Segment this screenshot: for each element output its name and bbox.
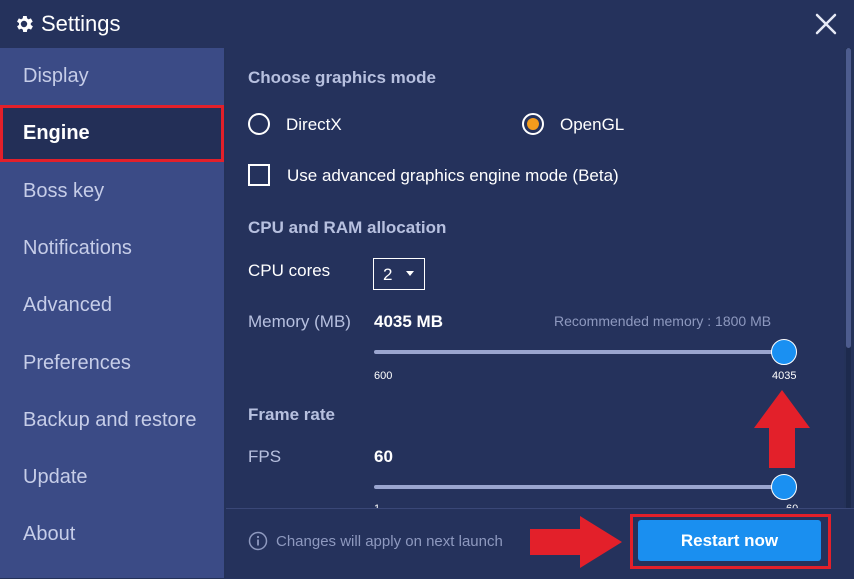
gear-icon (17, 16, 33, 32)
cpu-cores-value: 2 (383, 265, 393, 284)
fps-slider-thumb[interactable] (771, 474, 797, 500)
directx-label[interactable]: DirectX (286, 115, 342, 135)
directx-radio[interactable] (248, 113, 270, 135)
recommended-memory: Recommended memory : 1800 MB (554, 313, 772, 329)
sidebar-item-engine[interactable]: Engine (0, 105, 224, 162)
memory-label: Memory (MB) (248, 312, 351, 331)
frame-rate-heading: Frame rate (248, 405, 335, 424)
sidebar-item-backup-and-restore[interactable]: Backup and restore (0, 392, 224, 449)
close-icon[interactable] (812, 10, 840, 38)
graphics-mode-heading: Choose graphics mode (248, 68, 436, 87)
fps-value: 60 (374, 447, 393, 466)
caret-down-icon (406, 271, 414, 276)
advanced-graphics-label[interactable]: Use advanced graphics engine mode (Beta) (287, 166, 619, 186)
sidebar-item-preferences[interactable]: Preferences (0, 335, 224, 392)
scrollbar[interactable] (846, 48, 851, 508)
fps-label: FPS (248, 447, 282, 466)
sidebar-item-about[interactable]: About (0, 506, 224, 563)
scrollbar-thumb[interactable] (846, 48, 851, 348)
memory-value: 4035 MB (374, 312, 443, 331)
advanced-graphics-checkbox[interactable] (248, 164, 270, 186)
sidebar-item-display[interactable]: Display (0, 48, 224, 105)
up-arrow-annotation (754, 390, 810, 468)
opengl-label[interactable]: OpenGL (560, 115, 624, 135)
restart-now-button[interactable]: Restart now (638, 520, 821, 561)
memory-slider-track[interactable] (374, 350, 784, 354)
sidebar-item-boss-key[interactable]: Boss key (0, 163, 224, 220)
sidebar-item-update[interactable]: Update (0, 449, 224, 506)
cpu-ram-heading: CPU and RAM allocation (248, 218, 447, 237)
sidebar: Display Engine Boss key Notifications Ad… (0, 48, 224, 578)
info-icon (248, 531, 268, 551)
cpu-cores-label: CPU cores (248, 261, 331, 280)
sidebar-item-advanced[interactable]: Advanced (0, 277, 224, 334)
changes-notice: Changes will apply on next launch (276, 533, 503, 550)
right-arrow-annotation (530, 516, 622, 568)
sidebar-item-notifications[interactable]: Notifications (0, 220, 224, 277)
window-title: Settings (41, 11, 121, 36)
memory-max-label: 4035 (772, 370, 797, 382)
settings-window: Settings Display Engine Boss key Notific… (0, 0, 854, 579)
title-bar: Settings (0, 0, 854, 48)
opengl-radio[interactable] (522, 113, 544, 135)
memory-min-label: 600 (374, 370, 393, 382)
cpu-cores-select[interactable]: 2 (373, 258, 425, 290)
memory-slider-thumb[interactable] (771, 339, 797, 365)
fps-slider-track[interactable] (374, 485, 784, 489)
